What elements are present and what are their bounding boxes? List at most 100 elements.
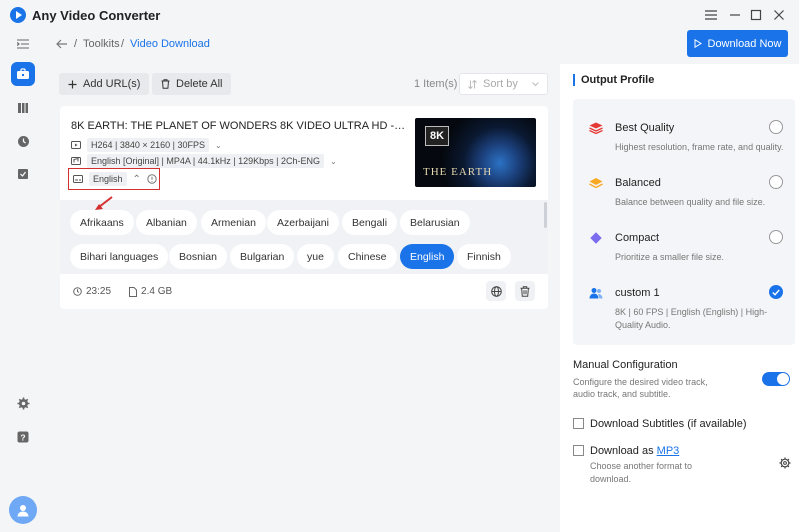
format-settings-gear-icon[interactable] bbox=[779, 457, 791, 469]
output-profile-list: Best Quality Highest resolution, frame r… bbox=[573, 99, 795, 345]
library-icon[interactable] bbox=[11, 96, 35, 120]
delete-all-button[interactable]: Delete All bbox=[152, 73, 232, 95]
language-chip[interactable]: Bihari languages bbox=[70, 244, 169, 269]
language-chip[interactable]: Belarusian bbox=[400, 210, 470, 235]
info-icon[interactable] bbox=[147, 174, 157, 184]
play-icon bbox=[694, 39, 702, 48]
profile-radio[interactable] bbox=[769, 175, 783, 189]
file-icon bbox=[129, 286, 138, 297]
app-title: Any Video Converter bbox=[32, 8, 161, 23]
video-track-row[interactable]: H264 | 3840 × 2160 | 30FPS ⌄ bbox=[71, 138, 222, 152]
download-subtitles-label: Download Subtitles (if available) bbox=[590, 418, 747, 430]
sort-by-dropdown[interactable]: Sort by bbox=[459, 73, 548, 95]
svg-text:?: ? bbox=[20, 432, 25, 442]
globe-icon bbox=[490, 285, 502, 297]
settings-gear-icon[interactable] bbox=[11, 391, 35, 415]
history-clock-icon[interactable] bbox=[11, 129, 35, 153]
subtitle-language: English bbox=[89, 172, 127, 186]
language-scrollbar[interactable] bbox=[544, 202, 547, 228]
language-chip[interactable]: yue bbox=[297, 244, 334, 269]
manual-config-title: Manual Configuration bbox=[573, 359, 678, 371]
profile-desc: Balance between quality and file size. bbox=[615, 197, 766, 207]
breadcrumb-separator: / bbox=[74, 38, 78, 50]
language-chip[interactable]: Bulgarian bbox=[230, 244, 295, 269]
video-size: 2.4 GB bbox=[141, 286, 173, 297]
section-marker bbox=[573, 74, 575, 86]
plus-icon bbox=[68, 80, 77, 88]
users-icon bbox=[589, 288, 603, 299]
download-as-label: Download as MP3 bbox=[590, 445, 679, 457]
title-bar: Any Video Converter bbox=[0, 0, 799, 30]
toolkit-icon[interactable] bbox=[11, 62, 35, 86]
download-now-label: Download Now bbox=[707, 37, 782, 50]
profile-radio[interactable] bbox=[769, 120, 783, 134]
output-profile-title: Output Profile bbox=[581, 74, 655, 86]
download-as-checkbox[interactable] bbox=[573, 445, 584, 456]
manual-config-desc: Configure the desired video track, audio… bbox=[573, 377, 708, 399]
profile-name: Compact bbox=[615, 232, 660, 244]
format-desc: Choose another format to download. bbox=[590, 461, 693, 484]
items-count: 1 Item(s) bbox=[414, 78, 458, 90]
chevron-down-icon[interactable]: ⌄ bbox=[215, 141, 222, 150]
breadcrumb-separator: / bbox=[121, 38, 125, 50]
trash-icon bbox=[520, 285, 530, 297]
language-chip-selected[interactable]: English bbox=[400, 244, 455, 269]
add-urls-button[interactable]: Add URL(s) bbox=[59, 73, 150, 95]
chevron-down-icon[interactable]: ⌄ bbox=[330, 157, 337, 166]
minimize-icon[interactable] bbox=[727, 7, 743, 23]
diamond-icon bbox=[590, 232, 602, 244]
sort-by-label: Sort by bbox=[483, 78, 518, 90]
annotation-arrow bbox=[95, 196, 113, 210]
language-chip[interactable]: Azerbaijani bbox=[267, 210, 339, 235]
maximize-icon[interactable] bbox=[748, 7, 764, 23]
thumbnail-caption: THE EARTH bbox=[423, 166, 493, 178]
download-subtitles-checkbox[interactable] bbox=[573, 418, 584, 429]
video-thumbnail: 8K THE EARTH bbox=[415, 118, 536, 187]
app-logo-icon bbox=[10, 7, 26, 23]
help-icon[interactable]: ? bbox=[11, 425, 35, 449]
menu-icon[interactable] bbox=[703, 7, 719, 23]
layers-icon bbox=[589, 178, 603, 189]
subtitle-icon bbox=[73, 175, 83, 183]
download-as-text: Download as bbox=[590, 445, 654, 457]
language-chip[interactable]: Afrikaans bbox=[70, 210, 134, 235]
close-icon[interactable] bbox=[771, 7, 787, 23]
profile-name: Balanced bbox=[615, 177, 661, 189]
checkmark-icon bbox=[772, 289, 780, 296]
profile-name: Best Quality bbox=[615, 122, 675, 134]
globe-button[interactable] bbox=[486, 281, 506, 301]
video-track-icon bbox=[71, 141, 81, 149]
video-card: 8K EARTH: THE PLANET OF WONDERS 8K VIDEO… bbox=[60, 106, 548, 309]
language-chip[interactable]: Albanian bbox=[136, 210, 197, 235]
video-title: 8K EARTH: THE PLANET OF WONDERS 8K VIDEO… bbox=[71, 120, 406, 132]
language-list: Afrikaans Albanian Armenian Azerbaijani … bbox=[60, 200, 548, 274]
audio-format: English [Original] | MP4A | 44.1kHz | 12… bbox=[87, 154, 324, 168]
language-chip[interactable]: Finnish bbox=[457, 244, 511, 269]
trash-icon bbox=[161, 79, 170, 89]
breadcrumb-toolkits[interactable]: Toolkits bbox=[83, 38, 120, 50]
audio-track-row[interactable]: English [Original] | MP4A | 44.1kHz | 12… bbox=[71, 154, 337, 168]
format-link[interactable]: MP3 bbox=[657, 445, 680, 457]
profile-name: custom 1 bbox=[615, 287, 660, 299]
back-arrow-icon[interactable] bbox=[56, 36, 68, 52]
profile-radio-checked[interactable] bbox=[769, 285, 783, 299]
add-urls-label: Add URL(s) bbox=[83, 78, 141, 90]
delete-all-label: Delete All bbox=[176, 78, 223, 90]
delete-item-button[interactable] bbox=[515, 281, 535, 301]
manual-config-toggle[interactable] bbox=[762, 372, 790, 386]
avatar[interactable] bbox=[9, 496, 37, 524]
language-chip[interactable]: Chinese bbox=[338, 244, 397, 269]
chevron-up-icon[interactable]: ⌃ bbox=[133, 174, 141, 185]
profile-desc: Highest resolution, frame rate, and qual… bbox=[615, 142, 784, 152]
sort-icon bbox=[468, 79, 477, 89]
tasks-icon[interactable] bbox=[11, 162, 35, 186]
language-chip[interactable]: Bengali bbox=[342, 210, 398, 235]
language-chip[interactable]: Bosnian bbox=[169, 244, 227, 269]
profile-radio[interactable] bbox=[769, 230, 783, 244]
collapse-sidebar-icon[interactable] bbox=[11, 32, 35, 56]
download-now-button[interactable]: Download Now bbox=[687, 30, 788, 57]
subtitle-selector[interactable]: English ⌃ bbox=[68, 168, 160, 190]
language-chip[interactable]: Armenian bbox=[201, 210, 266, 235]
profile-desc: Prioritize a smaller file size. bbox=[615, 252, 725, 262]
video-format: H264 | 3840 × 2160 | 30FPS bbox=[87, 138, 210, 152]
